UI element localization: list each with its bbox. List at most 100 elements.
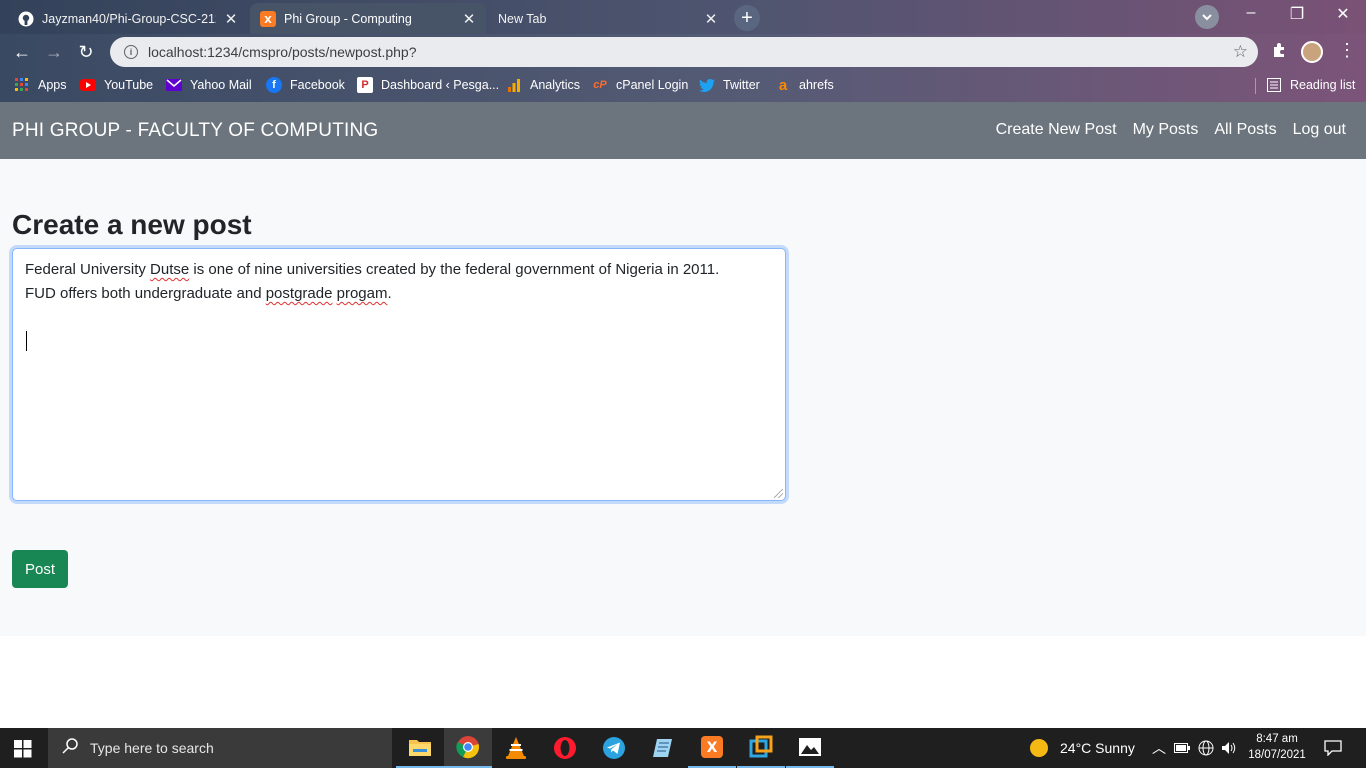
bookmarks-bar: Apps YouTube Yahoo Mail f Facebook P Das… bbox=[0, 70, 1366, 102]
taskbar-search-input[interactable]: Type here to search bbox=[48, 728, 392, 768]
tab-title: Jayzman40/Phi-Group-CSC-212: bbox=[42, 11, 216, 26]
system-clock[interactable]: 8:47 am 18/07/2021 bbox=[1244, 731, 1310, 763]
close-window-icon[interactable]: ✕ bbox=[1328, 4, 1358, 24]
avatar[interactable] bbox=[1301, 41, 1323, 63]
close-icon[interactable]: ✕ bbox=[224, 10, 238, 28]
battery-icon[interactable] bbox=[1174, 728, 1190, 768]
tab-search-icon[interactable] bbox=[1195, 5, 1219, 29]
page-title: Create a new post bbox=[12, 209, 252, 240]
tab-github[interactable]: Jayzman40/Phi-Group-CSC-212: ✕ bbox=[8, 3, 248, 34]
text-segment: Federal University bbox=[25, 261, 151, 278]
bookmark-star-icon[interactable]: ☆ bbox=[1233, 42, 1248, 62]
notifications-icon[interactable] bbox=[1324, 728, 1342, 768]
clock-time: 8:47 am bbox=[1256, 733, 1298, 745]
bookmark-label: Twitter bbox=[723, 78, 760, 92]
back-icon[interactable]: ← bbox=[10, 40, 34, 64]
bookmark-analytics[interactable]: Analytics bbox=[506, 77, 580, 93]
code-editor-icon[interactable] bbox=[737, 728, 785, 768]
bookmark-yahoo-mail[interactable]: Yahoo Mail bbox=[166, 77, 252, 93]
svg-text:X: X bbox=[707, 740, 718, 756]
nav-link-log-out[interactable]: Log out bbox=[1293, 121, 1346, 139]
address-bar[interactable]: i localhost:1234/cmspro/posts/newpost.ph… bbox=[110, 37, 1258, 67]
extensions-icon[interactable] bbox=[1271, 42, 1287, 63]
bookmark-dashboard[interactable]: P Dashboard ‹ Pesga... bbox=[357, 77, 499, 93]
misspelled-word: progam bbox=[336, 285, 388, 302]
reading-list-button[interactable]: Reading list bbox=[1266, 77, 1355, 93]
sun-icon bbox=[1030, 739, 1048, 757]
pesga-icon: P bbox=[357, 77, 373, 93]
text-caret bbox=[26, 331, 27, 351]
windows-start-icon[interactable] bbox=[14, 740, 32, 758]
text-segment: . bbox=[387, 285, 392, 302]
weather-text: 24°C Sunny bbox=[1060, 740, 1135, 756]
site-navbar: PHI GROUP - FACULTY OF COMPUTING Create … bbox=[0, 102, 1366, 159]
bookmark-apps[interactable]: Apps bbox=[14, 77, 67, 93]
notes-app-icon[interactable] bbox=[639, 728, 687, 768]
bookmarks-divider bbox=[1255, 78, 1256, 94]
weather-widget[interactable]: 24°C Sunny bbox=[1030, 728, 1135, 768]
bookmark-facebook[interactable]: f Facebook bbox=[266, 77, 345, 93]
browser-title-bar: Jayzman40/Phi-Group-CSC-212: ✕ X Phi Gro… bbox=[0, 0, 1366, 34]
bookmark-youtube[interactable]: YouTube bbox=[80, 77, 153, 93]
bookmark-label: ahrefs bbox=[799, 78, 834, 92]
minimize-icon[interactable]: – bbox=[1236, 4, 1266, 22]
tab-title: Phi Group - Computing bbox=[284, 11, 412, 26]
facebook-icon: f bbox=[266, 77, 282, 93]
github-icon bbox=[18, 11, 34, 27]
search-placeholder: Type here to search bbox=[90, 740, 214, 756]
forward-icon[interactable]: → bbox=[42, 40, 66, 64]
nav-links: Create New Post My Posts All Posts Log o… bbox=[996, 121, 1346, 139]
info-icon[interactable]: i bbox=[124, 45, 138, 59]
bookmark-label: Apps bbox=[38, 78, 67, 92]
misspelled-word: Dutse bbox=[150, 261, 190, 278]
nav-link-my-posts[interactable]: My Posts bbox=[1133, 121, 1199, 139]
post-button[interactable]: Post bbox=[12, 550, 68, 588]
text-segment: FUD offers both undergraduate and bbox=[25, 285, 266, 302]
url-text: localhost:1234/cmspro/posts/newpost.php? bbox=[148, 44, 417, 60]
tab-phi-group[interactable]: X Phi Group - Computing ✕ bbox=[250, 3, 486, 34]
youtube-icon bbox=[80, 77, 96, 93]
bookmark-label: Facebook bbox=[290, 78, 345, 92]
site-brand[interactable]: PHI GROUP - FACULTY OF COMPUTING bbox=[12, 120, 378, 142]
menu-icon[interactable]: ⋮ bbox=[1338, 40, 1356, 61]
new-tab-button[interactable]: + bbox=[734, 5, 760, 31]
bookmark-cpanel[interactable]: cP cPanel Login bbox=[592, 77, 688, 93]
post-body-textarea[interactable]: Federal University Dutse is one of nine … bbox=[12, 248, 786, 501]
xampp-taskbar-icon[interactable]: X bbox=[688, 728, 736, 768]
web-page: PHI GROUP - FACULTY OF COMPUTING Create … bbox=[0, 102, 1366, 728]
network-globe-icon[interactable] bbox=[1198, 728, 1214, 768]
nav-link-all-posts[interactable]: All Posts bbox=[1214, 121, 1276, 139]
nav-link-create-new-post[interactable]: Create New Post bbox=[996, 121, 1117, 139]
textarea-line-2: FUD offers both undergraduate and postgr… bbox=[25, 282, 773, 306]
telegram-icon[interactable] bbox=[590, 728, 638, 768]
close-icon[interactable]: ✕ bbox=[704, 10, 718, 28]
close-icon[interactable]: ✕ bbox=[462, 10, 476, 28]
opera-icon[interactable] bbox=[541, 728, 589, 768]
resize-handle[interactable] bbox=[774, 489, 783, 498]
vlc-icon[interactable] bbox=[492, 728, 540, 768]
tab-title: New Tab bbox=[498, 11, 547, 26]
file-explorer-icon[interactable] bbox=[396, 728, 444, 768]
reading-list-label: Reading list bbox=[1290, 78, 1356, 92]
ahrefs-icon: a bbox=[778, 76, 788, 94]
show-hidden-icons-icon[interactable]: ︿ bbox=[1152, 728, 1166, 768]
tab-new-tab[interactable]: New Tab ✕ bbox=[488, 3, 728, 34]
svg-text:X: X bbox=[264, 15, 272, 26]
search-icon bbox=[62, 737, 78, 759]
yahoo-mail-icon bbox=[166, 77, 182, 93]
restore-icon[interactable]: ❐ bbox=[1282, 4, 1312, 24]
textarea-line-1: Federal University Dutse is one of nine … bbox=[25, 258, 773, 282]
taskbar: Type here to search X 24°C Sunny ︿ 8:47 … bbox=[0, 728, 1366, 768]
bookmark-label: YouTube bbox=[104, 78, 154, 92]
text-segment: is one of nine universities created by t… bbox=[189, 261, 720, 278]
xampp-icon: X bbox=[260, 10, 276, 27]
bookmark-ahrefs[interactable]: a ahrefs bbox=[775, 76, 834, 94]
photos-icon[interactable] bbox=[786, 728, 834, 768]
chrome-icon[interactable] bbox=[444, 728, 492, 768]
bookmark-twitter[interactable]: Twitter bbox=[699, 77, 760, 93]
volume-icon[interactable] bbox=[1221, 728, 1237, 768]
browser-toolbar: ← → ↻ i localhost:1234/cmspro/posts/newp… bbox=[0, 34, 1366, 70]
apps-grid-icon bbox=[14, 77, 30, 93]
reload-icon[interactable]: ↻ bbox=[74, 40, 98, 64]
cpanel-icon: cP bbox=[593, 79, 607, 91]
